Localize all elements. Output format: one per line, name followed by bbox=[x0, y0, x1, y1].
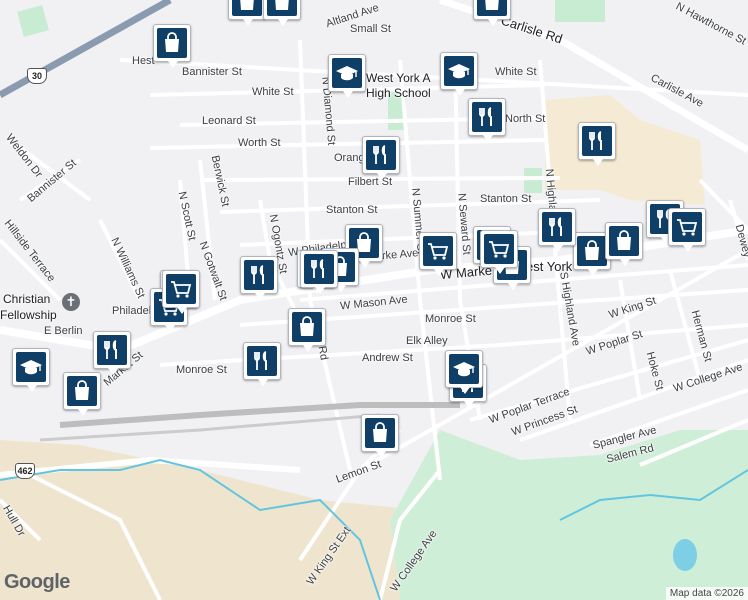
street-label: Leonard St bbox=[202, 115, 256, 127]
school-marker[interactable] bbox=[12, 348, 50, 392]
route-shield: 30 bbox=[27, 68, 47, 84]
street-label: Stanton St bbox=[480, 193, 532, 205]
church-icon: ✝ bbox=[62, 293, 80, 311]
restaurant-marker[interactable] bbox=[300, 250, 338, 294]
street-label: White St bbox=[252, 86, 294, 98]
restaurant-marker[interactable] bbox=[243, 342, 281, 386]
shopping-bag-marker[interactable] bbox=[228, 0, 266, 26]
restaurant-marker[interactable] bbox=[93, 331, 131, 375]
church-label[interactable]: Fellowship bbox=[0, 308, 57, 322]
shopping-bag-marker[interactable] bbox=[605, 222, 643, 266]
restaurant-marker[interactable] bbox=[578, 122, 616, 166]
street-label: Elk Alley bbox=[406, 335, 448, 347]
church-label[interactable]: Christian bbox=[3, 292, 50, 306]
shopping-bag-marker[interactable] bbox=[473, 0, 511, 26]
street-label: Hest bbox=[132, 55, 155, 67]
shopping-cart-marker[interactable] bbox=[419, 232, 457, 276]
school-marker[interactable] bbox=[440, 52, 478, 96]
street-label: North St bbox=[505, 113, 546, 125]
school-marker[interactable] bbox=[328, 54, 366, 98]
shopping-cart-marker[interactable] bbox=[668, 208, 706, 252]
street-label: Small St bbox=[350, 23, 391, 35]
street-label: Andrew St bbox=[362, 352, 413, 364]
restaurant-marker[interactable] bbox=[362, 136, 400, 180]
shopping-bag-marker[interactable] bbox=[63, 372, 101, 416]
pond bbox=[673, 539, 697, 571]
street-label: E Berlin bbox=[44, 325, 83, 337]
shopping-bag-marker[interactable] bbox=[153, 24, 191, 68]
street-label: Worth St bbox=[238, 137, 281, 149]
street-label: Monroe St bbox=[176, 364, 227, 376]
street-label: Bannister St bbox=[182, 66, 242, 78]
park-north bbox=[555, 0, 605, 22]
street-label: Stanton St bbox=[326, 204, 378, 216]
shopping-cart-marker[interactable] bbox=[162, 270, 200, 314]
shopping-bag-marker[interactable] bbox=[288, 308, 326, 352]
school-label[interactable]: West York A bbox=[366, 71, 430, 85]
restaurant-marker[interactable] bbox=[538, 208, 576, 252]
shopping-cart-marker[interactable] bbox=[480, 230, 518, 274]
street-label: White St bbox=[495, 66, 537, 78]
restaurant-marker[interactable] bbox=[468, 98, 506, 142]
school-marker[interactable] bbox=[445, 350, 483, 394]
route-shield: 462 bbox=[15, 463, 35, 479]
street-label: Monroe St bbox=[425, 313, 476, 325]
school-label[interactable]: High School bbox=[366, 86, 431, 100]
shopping-bag-marker[interactable] bbox=[263, 0, 301, 26]
shopping-bag-marker[interactable] bbox=[361, 414, 399, 458]
park-filbert bbox=[524, 168, 542, 193]
restaurant-marker[interactable] bbox=[240, 256, 278, 300]
map-data-attribution[interactable]: Map data ©2026 bbox=[665, 587, 748, 600]
google-logo: Google bbox=[4, 571, 70, 593]
